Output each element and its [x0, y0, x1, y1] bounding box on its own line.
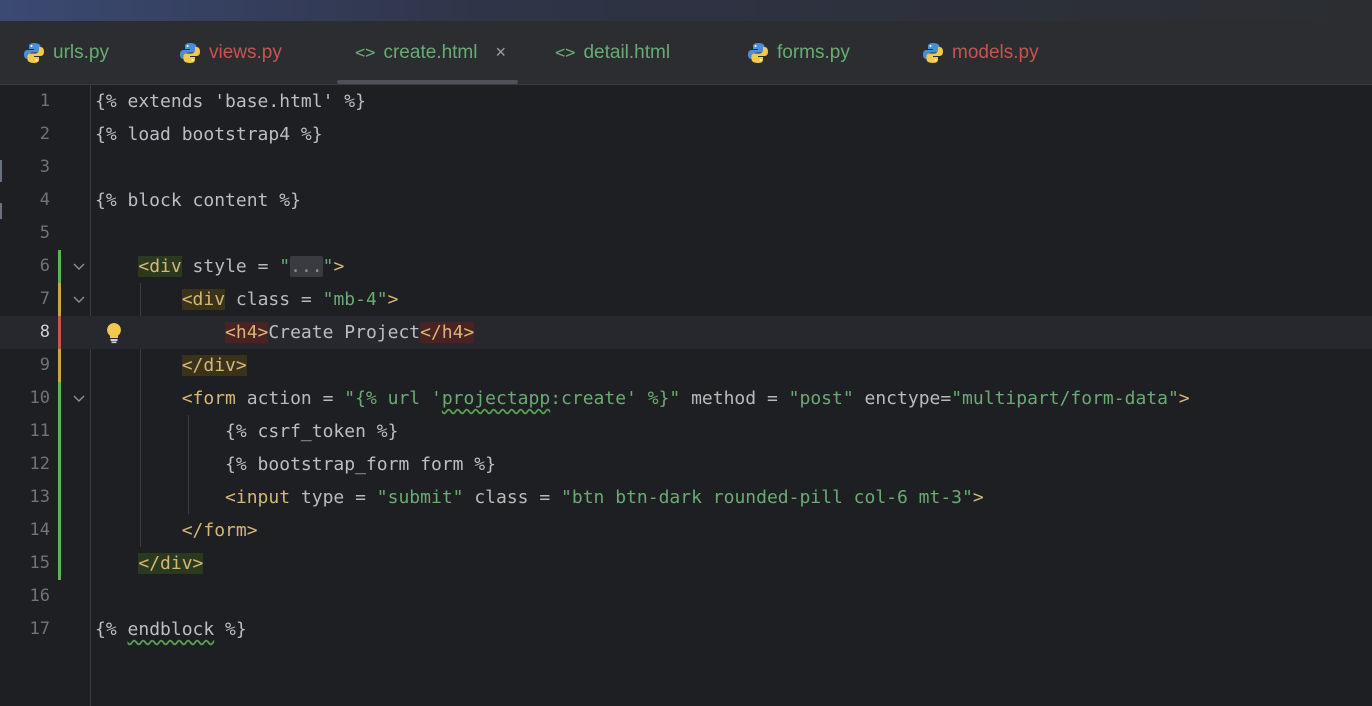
code-line-4[interactable]: 4 {% block content %}	[0, 184, 1372, 217]
code-line-3[interactable]: 3	[0, 151, 1372, 184]
code-text: {% load bootstrap4 %}	[95, 124, 323, 145]
window-title-bar	[0, 0, 1372, 21]
code-line-12[interactable]: 12 {% bootstrap_form form %}	[0, 448, 1372, 481]
code-line-10[interactable]: 10 <form action = "{% url 'projectapp:cr…	[0, 382, 1372, 415]
code-line-6[interactable]: 6 <div style = "...">	[0, 250, 1372, 283]
code-text: </div>	[181, 355, 247, 376]
python-icon	[922, 42, 944, 64]
python-icon	[179, 42, 201, 64]
line-number: 3	[39, 157, 50, 177]
vcs-added-marker	[58, 250, 61, 283]
line-number: 15	[29, 553, 50, 573]
vcs-added-marker	[58, 481, 61, 514]
line-number: 14	[29, 520, 50, 540]
vcs-added-marker	[58, 514, 61, 547]
folded-code-placeholder[interactable]: ...	[290, 256, 323, 277]
code-line-11[interactable]: 11 {% csrf_token %}	[0, 415, 1372, 448]
fold-chevron-icon[interactable]	[72, 283, 86, 316]
tab-views-py[interactable]: views.py	[179, 21, 282, 84]
vcs-added-marker	[58, 448, 61, 481]
code-text: </div>	[138, 553, 204, 574]
line-number: 6	[39, 256, 50, 276]
line-number: 4	[39, 190, 50, 210]
vcs-deleted-marker	[58, 316, 61, 349]
tab-label: create.html	[383, 41, 478, 63]
tab-urls-py[interactable]: urls.py	[23, 21, 109, 84]
code-line-15[interactable]: 15 </div>	[0, 547, 1372, 580]
code-line-2[interactable]: 2 {% load bootstrap4 %}	[0, 118, 1372, 151]
code-line-1[interactable]: 1 {% extends 'base.html' %}	[0, 85, 1372, 118]
line-number: 9	[39, 355, 50, 375]
line-number: 16	[29, 586, 50, 606]
code-text: <div style = "...">	[138, 256, 345, 277]
tab-detail-html[interactable]: <> detail.html	[555, 21, 670, 84]
code-text: <h4>Create Project</h4>	[225, 322, 475, 343]
tab-label: forms.py	[777, 41, 850, 63]
close-tab-icon[interactable]: ×	[495, 42, 506, 63]
code-text: {% csrf_token %}	[225, 421, 399, 442]
fold-chevron-icon[interactable]	[72, 382, 86, 415]
code-text: {% endblock %}	[95, 619, 247, 640]
line-number: 8	[39, 322, 50, 342]
tab-label: detail.html	[583, 41, 671, 63]
line-number: 17	[29, 619, 50, 639]
tab-create-html[interactable]: <> create.html ×	[337, 21, 518, 84]
html-tag-icon: <>	[555, 42, 576, 63]
line-number: 11	[29, 421, 50, 441]
tab-forms-py[interactable]: forms.py	[747, 21, 850, 84]
line-number: 12	[29, 454, 50, 474]
line-number: 13	[29, 487, 50, 507]
line-number: 2	[39, 124, 50, 144]
code-text: {% bootstrap_form form %}	[225, 454, 496, 475]
tab-label: views.py	[209, 41, 282, 63]
tab-models-py[interactable]: models.py	[922, 21, 1039, 84]
vcs-added-marker	[58, 547, 61, 580]
code-text: <input type = "submit" class = "btn btn-…	[225, 487, 984, 508]
code-line-16[interactable]: 16	[0, 580, 1372, 613]
python-icon	[23, 42, 45, 64]
code-text: {% extends 'base.html' %}	[95, 91, 366, 112]
fold-chevron-icon[interactable]	[72, 250, 86, 283]
editor-tab-bar: urls.py views.py <> create.html × <> det…	[0, 21, 1372, 85]
vcs-added-marker	[58, 382, 61, 415]
line-number: 1	[39, 91, 50, 111]
tab-label: urls.py	[53, 41, 109, 63]
code-text: {% block content %}	[95, 190, 301, 211]
code-line-14[interactable]: 14 </form>	[0, 514, 1372, 547]
line-number: 10	[29, 388, 50, 408]
code-editor[interactable]: 1 {% extends 'base.html' %} 2 {% load bo…	[0, 85, 1372, 706]
code-line-17[interactable]: 17 {% endblock %}	[0, 613, 1372, 646]
code-line-7[interactable]: 7 <div class = "mb-4">	[0, 283, 1372, 316]
code-line-13[interactable]: 13 <input type = "submit" class = "btn b…	[0, 481, 1372, 514]
vcs-added-marker	[58, 415, 61, 448]
code-text: <div class = "mb-4">	[181, 289, 399, 310]
code-line-5[interactable]: 5	[0, 217, 1372, 250]
vcs-modified-marker	[58, 349, 61, 382]
vcs-modified-marker	[58, 283, 61, 316]
line-number: 5	[39, 223, 50, 243]
python-icon	[747, 42, 769, 64]
tab-label: models.py	[952, 41, 1039, 63]
code-text: <form action = "{% url 'projectapp:creat…	[181, 388, 1190, 409]
line-number: 7	[39, 289, 50, 309]
code-text: </form>	[181, 520, 258, 541]
html-tag-icon: <>	[355, 42, 376, 63]
code-line-8[interactable]: 8 <h4>Create Project</h4>	[0, 316, 1372, 349]
code-line-9[interactable]: 9 </div>	[0, 349, 1372, 382]
